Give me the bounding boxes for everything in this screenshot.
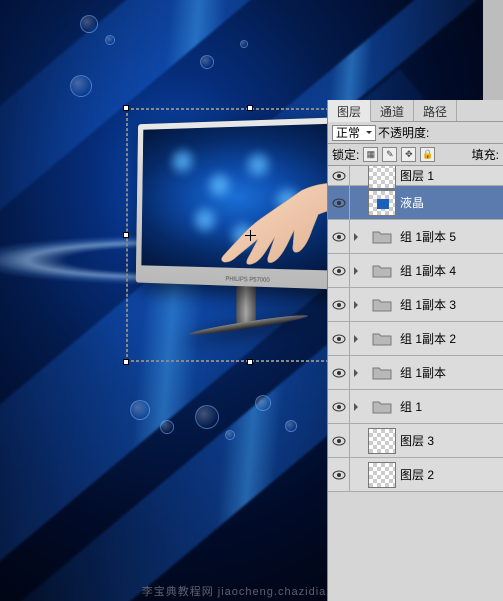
layer-row[interactable]: 组 1副本 5 [328, 220, 503, 254]
layer-row[interactable]: 组 1副本 [328, 356, 503, 390]
transform-handle[interactable] [247, 105, 253, 111]
layer-name[interactable]: 图层 3 [400, 432, 503, 449]
bubble-decoration [160, 420, 174, 434]
blend-opacity-row: 正常 不透明度: [328, 122, 503, 144]
layer-name[interactable]: 组 1 [400, 398, 503, 415]
layer-name[interactable]: 组 1副本 3 [400, 296, 503, 313]
transform-handle[interactable] [247, 359, 253, 365]
panel-tabs: 图层 通道 路径 [328, 100, 503, 122]
folder-icon [368, 326, 396, 352]
bubble-decoration [225, 430, 235, 440]
layer-name[interactable]: 组 1副本 4 [400, 262, 503, 279]
bubble-decoration [130, 400, 150, 420]
layer-name[interactable]: 液晶 [400, 194, 503, 211]
lock-label: 锁定: [332, 146, 359, 163]
monitor-stand-neck [236, 282, 255, 324]
layer-row[interactable]: 组 1 [328, 390, 503, 424]
expand-arrow-icon[interactable] [350, 267, 364, 275]
visibility-eye-icon[interactable] [328, 390, 350, 423]
app-chrome-strip [483, 0, 503, 100]
expand-arrow-icon[interactable] [350, 403, 364, 411]
layer-row[interactable]: 组 1副本 4 [328, 254, 503, 288]
layer-row[interactable]: 液晶 [328, 186, 503, 220]
layer-row[interactable]: 组 1副本 3 [328, 288, 503, 322]
layer-name[interactable]: 图层 2 [400, 466, 503, 483]
layer-row[interactable]: 图层 3 [328, 424, 503, 458]
visibility-eye-icon[interactable] [328, 186, 350, 219]
bubble-decoration [240, 40, 248, 48]
layer-thumbnail[interactable] [368, 428, 396, 454]
folder-icon [368, 360, 396, 386]
bubble-decoration [195, 405, 219, 429]
tab-channels[interactable]: 通道 [371, 100, 414, 121]
layer-name[interactable]: 图层 1 [400, 167, 503, 184]
layer-row[interactable]: 图层 2 [328, 458, 503, 492]
lock-all-button[interactable]: 🔒 [420, 147, 435, 162]
folder-icon [368, 224, 396, 250]
visibility-eye-icon[interactable] [328, 288, 350, 321]
layers-panel: 图层 通道 路径 正常 不透明度: 锁定: ▦ ✎ ✥ 🔒 填充: 图层 1 液晶… [327, 100, 503, 601]
layer-name[interactable]: 组 1副本 [400, 364, 503, 381]
visibility-eye-icon[interactable] [328, 220, 350, 253]
bubble-decoration [70, 75, 92, 97]
lock-pixels-button[interactable]: ✎ [382, 147, 397, 162]
layer-thumbnail[interactable] [368, 166, 396, 189]
tab-layers[interactable]: 图层 [328, 100, 371, 122]
layer-name[interactable]: 组 1副本 5 [400, 228, 503, 245]
fill-label: 填充: [472, 146, 499, 163]
visibility-eye-icon[interactable] [328, 356, 350, 389]
folder-icon [368, 292, 396, 318]
layer-thumbnail[interactable] [368, 462, 396, 488]
lock-position-button[interactable]: ✥ [401, 147, 416, 162]
layer-row[interactable]: 图层 1 [328, 166, 503, 186]
opacity-label: 不透明度: [378, 124, 429, 141]
layer-thumbnail[interactable] [368, 190, 396, 216]
layer-row[interactable]: 组 1副本 2 [328, 322, 503, 356]
visibility-eye-icon[interactable] [328, 322, 350, 355]
screen-glow [170, 147, 196, 175]
expand-arrow-icon[interactable] [350, 335, 364, 343]
visibility-eye-icon[interactable] [328, 254, 350, 287]
folder-icon [368, 258, 396, 284]
visibility-eye-icon[interactable] [328, 424, 350, 457]
blend-mode-value: 正常 [336, 124, 360, 141]
lock-transparency-button[interactable]: ▦ [363, 147, 378, 162]
tab-paths[interactable]: 路径 [414, 100, 457, 121]
expand-arrow-icon[interactable] [350, 369, 364, 377]
bubble-decoration [255, 395, 271, 411]
layers-list: 图层 1 液晶组 1副本 5 组 1副本 4 组 1副本 3 组 1副本 2 组 1副本组… [328, 166, 503, 601]
lock-row: 锁定: ▦ ✎ ✥ 🔒 填充: [328, 144, 503, 166]
visibility-eye-icon[interactable] [328, 166, 350, 185]
expand-arrow-icon[interactable] [350, 301, 364, 309]
blend-mode-select[interactable]: 正常 [332, 125, 376, 141]
folder-icon [368, 394, 396, 420]
bubble-decoration [200, 55, 214, 69]
visibility-eye-icon[interactable] [328, 458, 350, 491]
layer-name[interactable]: 组 1副本 2 [400, 330, 503, 347]
bubble-decoration [105, 35, 115, 45]
expand-arrow-icon[interactable] [350, 233, 364, 241]
bubble-decoration [285, 420, 297, 432]
bubble-decoration [80, 15, 98, 33]
